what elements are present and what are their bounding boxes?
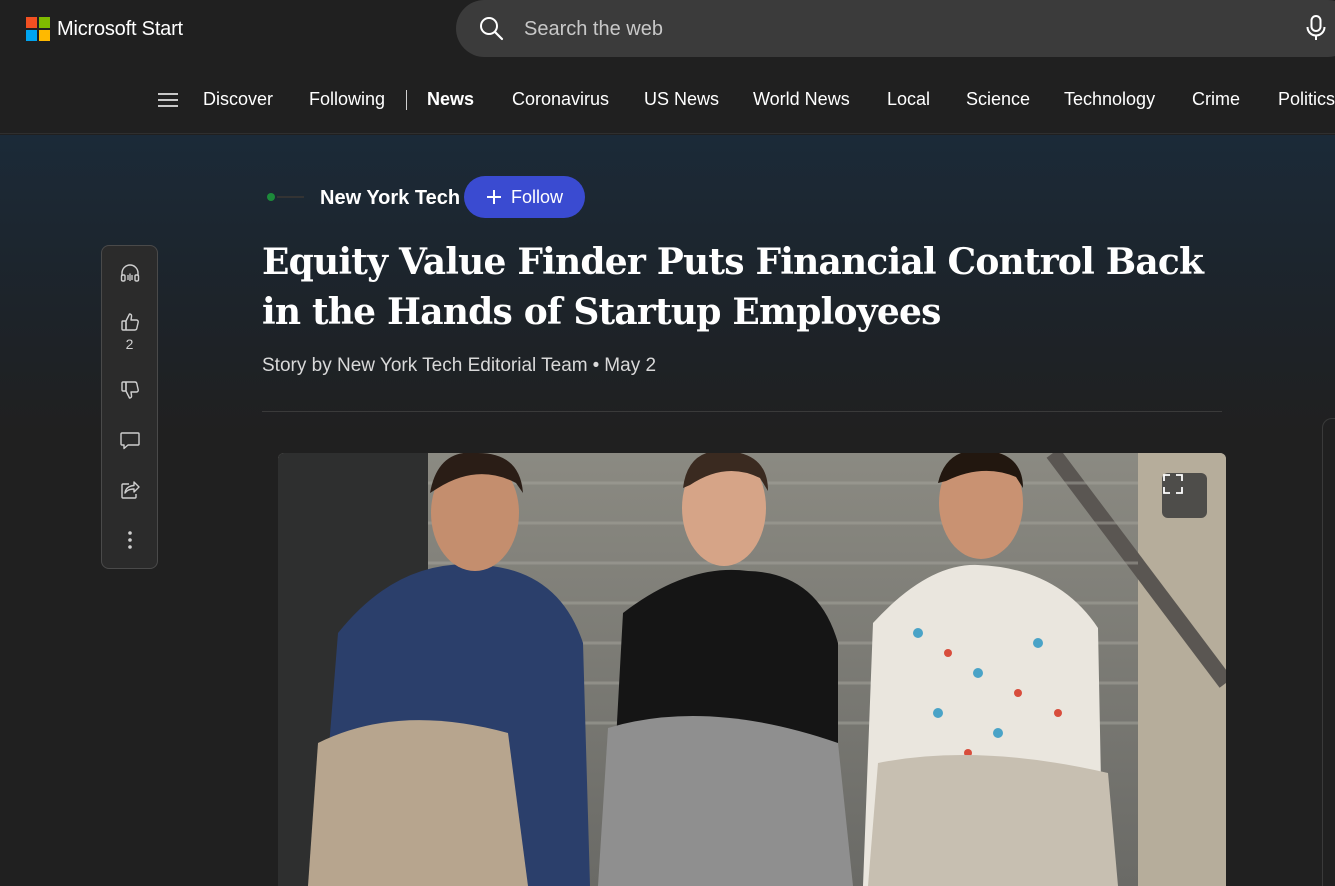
brand-name: Microsoft Start	[57, 17, 183, 40]
nav-item-local[interactable]: Local	[887, 89, 930, 110]
brand[interactable]: Microsoft Start	[26, 17, 183, 41]
action-rail: 2	[101, 245, 158, 569]
hamburger-icon[interactable]	[157, 90, 179, 110]
search-input[interactable]	[524, 12, 1224, 46]
like-count: 2	[125, 336, 134, 352]
nav-item-crime[interactable]: Crime	[1192, 89, 1240, 110]
publisher-name[interactable]: New York Tech	[320, 187, 460, 210]
share-icon	[120, 481, 140, 499]
comment-button[interactable]	[102, 429, 157, 451]
comment-icon	[119, 432, 140, 450]
headphones-icon	[120, 264, 139, 282]
microphone-icon[interactable]	[1304, 14, 1328, 42]
dislike-button[interactable]	[102, 379, 157, 401]
like-button[interactable]: 2	[102, 311, 157, 352]
microsoft-logo-icon	[26, 17, 50, 41]
more-options-button[interactable]	[102, 529, 157, 551]
listen-button[interactable]	[102, 262, 157, 284]
nav-item-coronavirus[interactable]: Coronavirus	[512, 89, 609, 110]
thumbs-down-icon	[120, 381, 139, 399]
nav-item-politics[interactable]: Politics	[1278, 89, 1335, 110]
fullscreen-icon	[1163, 474, 1183, 494]
top-bar: Microsoft Start	[0, 0, 1335, 66]
article-page: 2 New York Tech Follow Equity Value Find…	[0, 135, 1335, 886]
article-byline: Story by New York Tech Editorial Team • Ma…	[262, 355, 657, 376]
nav-divider	[406, 90, 407, 110]
hero-photo-illustration	[278, 453, 1226, 886]
category-nav: Discover Following News Coronavirus US N…	[0, 66, 1335, 134]
article-title: Equity Value Finder Puts Financial Contr…	[262, 241, 1204, 333]
article-hero-image[interactable]	[278, 453, 1226, 886]
thumbs-up-icon	[120, 313, 139, 331]
nav-item-us-news[interactable]: US News	[644, 89, 719, 110]
fullscreen-button[interactable]	[1162, 473, 1207, 518]
plus-icon	[486, 190, 501, 204]
nav-item-discover[interactable]: Discover	[203, 89, 273, 110]
divider	[262, 411, 1222, 412]
publisher-logo-icon[interactable]	[266, 190, 306, 204]
share-button[interactable]	[102, 479, 157, 501]
nav-item-science[interactable]: Science	[966, 89, 1030, 110]
search-icon[interactable]	[478, 15, 504, 41]
byline-author: Story by New York Tech Editorial Team	[262, 355, 588, 376]
nav-item-world-news[interactable]: World News	[753, 89, 850, 110]
more-options-icon	[127, 531, 132, 549]
side-panel-edge	[1322, 418, 1335, 886]
nav-item-following[interactable]: Following	[309, 89, 385, 110]
follow-button[interactable]: Follow	[464, 176, 585, 218]
byline-date: May 2	[604, 355, 657, 376]
follow-label: Follow	[510, 186, 563, 207]
nav-item-technology[interactable]: Technology	[1064, 89, 1155, 110]
search-bar[interactable]	[456, 0, 1335, 57]
nav-item-news[interactable]: News	[427, 89, 474, 110]
